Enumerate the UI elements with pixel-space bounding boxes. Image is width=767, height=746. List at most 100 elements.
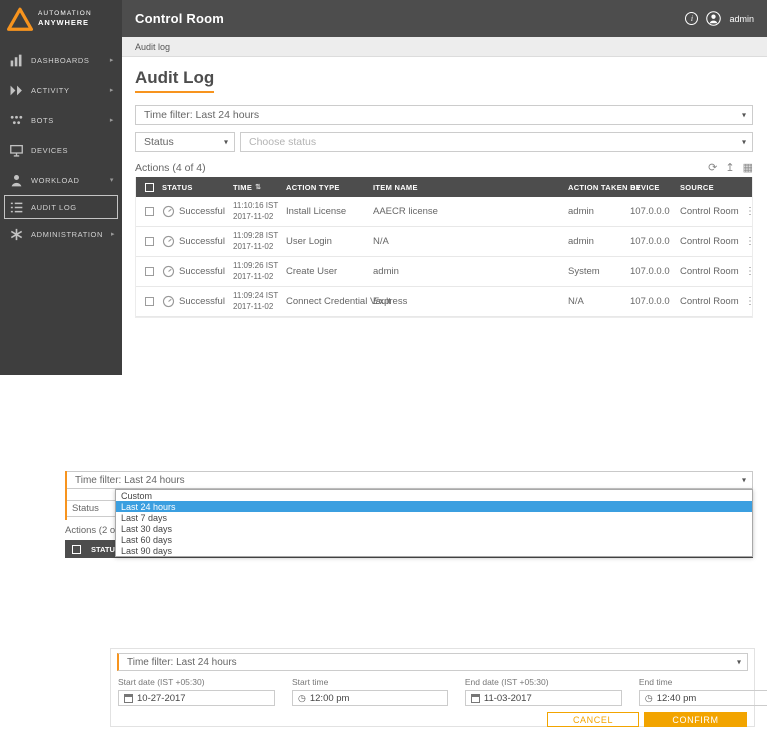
row-menu-kebab-icon[interactable]: ⋮: [745, 206, 755, 217]
sidebar-item-activity[interactable]: ACTIVITY ▸: [0, 75, 122, 105]
action-type-cell: User Login: [286, 236, 332, 247]
table-row[interactable]: Successful 11:09:28 IST 2017-11-02 User L…: [136, 227, 755, 257]
sidebar-item-bots[interactable]: BOTS ▸: [0, 105, 122, 135]
row-checkbox[interactable]: [144, 237, 154, 246]
logo: AUTOMATION ANYWHERE: [0, 0, 122, 39]
custom-time-filter-panel: Time filter: Last 24 hours ▾ Start date …: [110, 648, 767, 727]
bots-icon: [10, 115, 23, 124]
sidebar-item-workload[interactable]: WORKLOAD ▾: [0, 165, 122, 195]
chevron-down-icon: ▾: [741, 475, 746, 485]
table-toolbar: ⟳ ↥ ▦: [708, 161, 753, 174]
select-all-checkbox[interactable]: [72, 544, 81, 554]
user-avatar-icon[interactable]: [706, 11, 722, 26]
chevron-down-icon: ▾: [223, 137, 228, 147]
date-value: 2017-11-02: [233, 241, 274, 251]
refresh-icon[interactable]: ⟳: [708, 161, 717, 174]
column-header-action-taken-by[interactable]: ACTION TAKEN BY: [568, 183, 641, 192]
column-header-source[interactable]: SOURCE: [680, 183, 745, 192]
dropdown-option-last-7-days[interactable]: Last 7 days: [116, 512, 752, 523]
sidebar-item-label: ACTIVITY: [31, 85, 70, 95]
table-grid-icon[interactable]: ▦: [743, 161, 753, 174]
item-name-cell: N/A: [373, 236, 389, 247]
start-date-field-group: Start date (IST +05:30): [118, 677, 275, 706]
column-header-status[interactable]: STATUS: [162, 183, 233, 192]
table-row[interactable]: Successful 11:09:24 IST 2017-11-02 Connec…: [136, 287, 755, 317]
status-successful-icon: [162, 205, 175, 218]
time-filter-dropdown-screenshot: Time filter: Last 24 hours ▾ Status Acti…: [65, 470, 753, 558]
time-filter-select[interactable]: Time filter: Last 24 hours ▾: [117, 653, 748, 671]
sidebar-item-devices[interactable]: DEVICES: [0, 135, 122, 165]
breadcrumb-label[interactable]: Audit log: [135, 42, 170, 52]
export-icon[interactable]: ↥: [725, 161, 734, 174]
status-select-label: Status: [144, 136, 174, 148]
action-type-cell: Connect Credential Vault: [286, 296, 391, 307]
time-filter-select[interactable]: Time filter: Last 24 hours ▾: [65, 471, 753, 489]
column-header-action-type[interactable]: ACTION TYPE: [286, 183, 373, 192]
choose-status-select[interactable]: Choose status ▾: [240, 132, 753, 152]
row-menu-kebab-icon[interactable]: ⋮: [745, 296, 755, 307]
sidebar-item-administration[interactable]: ADMINISTRATION ▸: [0, 219, 122, 249]
time-filter-value: Time filter: Last 24 hours: [75, 474, 185, 486]
page-content: Audit Log Time filter: Last 24 hours ▾ S…: [122, 57, 767, 375]
column-header-device[interactable]: DEVICE: [630, 183, 680, 192]
date-value: 2017-11-02: [233, 211, 274, 221]
action-taken-by-cell: N/A: [568, 296, 584, 307]
header-actions: i admin: [685, 11, 754, 26]
info-icon[interactable]: i: [685, 12, 699, 25]
dialog-buttons: CANCEL CONFIRM: [111, 706, 754, 727]
sidebar-item-label: AUDIT LOG: [31, 202, 77, 212]
start-date-input[interactable]: [137, 692, 269, 704]
table-row[interactable]: Successful 11:10:16 IST 2017-11-02 Instal…: [136, 197, 755, 227]
clock-icon[interactable]: ◷: [298, 693, 306, 703]
end-date-input[interactable]: [483, 692, 616, 704]
dropdown-option-last-30-days[interactable]: Last 30 days: [116, 523, 752, 534]
device-cell: 107.0.0.0: [630, 206, 670, 217]
end-time-input-wrap: ◷: [638, 690, 767, 706]
dropdown-option-last-90-days[interactable]: Last 90 days: [116, 545, 752, 556]
status-text: Successful: [179, 206, 225, 217]
action-type-cell: Create User: [286, 266, 338, 277]
confirm-button[interactable]: CONFIRM: [644, 712, 747, 727]
time-filter-select[interactable]: Time filter: Last 24 hours ▾: [135, 105, 753, 125]
actions-count-row: Actions (4 of 4) ⟳ ↥ ▦: [135, 161, 753, 175]
time-filter-options-list: Custom Last 24 hours Last 7 days Last 30…: [115, 489, 753, 557]
table-row[interactable]: Successful 11:09:26 IST 2017-11-02 Create…: [136, 257, 755, 287]
column-header-item-name[interactable]: ITEM NAME: [373, 183, 568, 192]
row-menu-kebab-icon[interactable]: ⋮: [745, 236, 755, 247]
source-cell: Control Room: [680, 206, 739, 217]
sidebar-item-audit-log[interactable]: AUDIT LOG: [4, 195, 118, 219]
status-text: Successful: [179, 236, 225, 247]
time-value: 11:10:16 IST: [233, 201, 279, 211]
choose-status-placeholder: Choose status: [249, 136, 317, 148]
sidebar-item-label: WORKLOAD: [31, 175, 80, 185]
select-all-checkbox[interactable]: [144, 182, 154, 192]
status-select[interactable]: Status ▾: [135, 132, 235, 152]
row-checkbox[interactable]: [144, 267, 154, 276]
breadcrumb: Audit log: [122, 37, 767, 57]
sort-icon[interactable]: ⇅: [255, 183, 261, 191]
start-date-input-wrap: [118, 690, 275, 706]
clock-icon[interactable]: ◷: [645, 693, 653, 703]
focus-accent-bar: [65, 471, 67, 520]
actions-count-label: Actions (4 of 4): [135, 161, 206, 174]
end-time-input[interactable]: [656, 692, 767, 704]
activity-icon: [10, 85, 22, 95]
dropdown-option-custom[interactable]: Custom: [116, 490, 752, 501]
item-name-cell: Express: [373, 296, 408, 307]
main-area: Control Room i admin Audit log Audit Log…: [122, 0, 767, 375]
cancel-button[interactable]: CANCEL: [547, 712, 639, 727]
row-checkbox[interactable]: [144, 207, 154, 216]
row-checkbox[interactable]: [144, 297, 154, 306]
column-header-time[interactable]: TIME ⇅: [233, 183, 286, 192]
device-cell: 107.0.0.0: [630, 296, 670, 307]
row-menu-kebab-icon[interactable]: ⋮: [745, 266, 755, 277]
dropdown-option-last-24-hours[interactable]: Last 24 hours: [116, 501, 752, 512]
dropdown-option-last-60-days[interactable]: Last 60 days: [116, 534, 752, 545]
sidebar-item-label: DASHBOARDS: [31, 55, 90, 65]
logged-in-user[interactable]: admin: [729, 14, 754, 24]
start-time-field-group: Start time ◷: [292, 677, 448, 706]
start-time-input[interactable]: [309, 692, 442, 704]
calendar-icon[interactable]: [470, 693, 480, 703]
calendar-icon[interactable]: [124, 693, 133, 703]
sidebar-item-dashboards[interactable]: DASHBOARDS ▸: [0, 45, 122, 75]
